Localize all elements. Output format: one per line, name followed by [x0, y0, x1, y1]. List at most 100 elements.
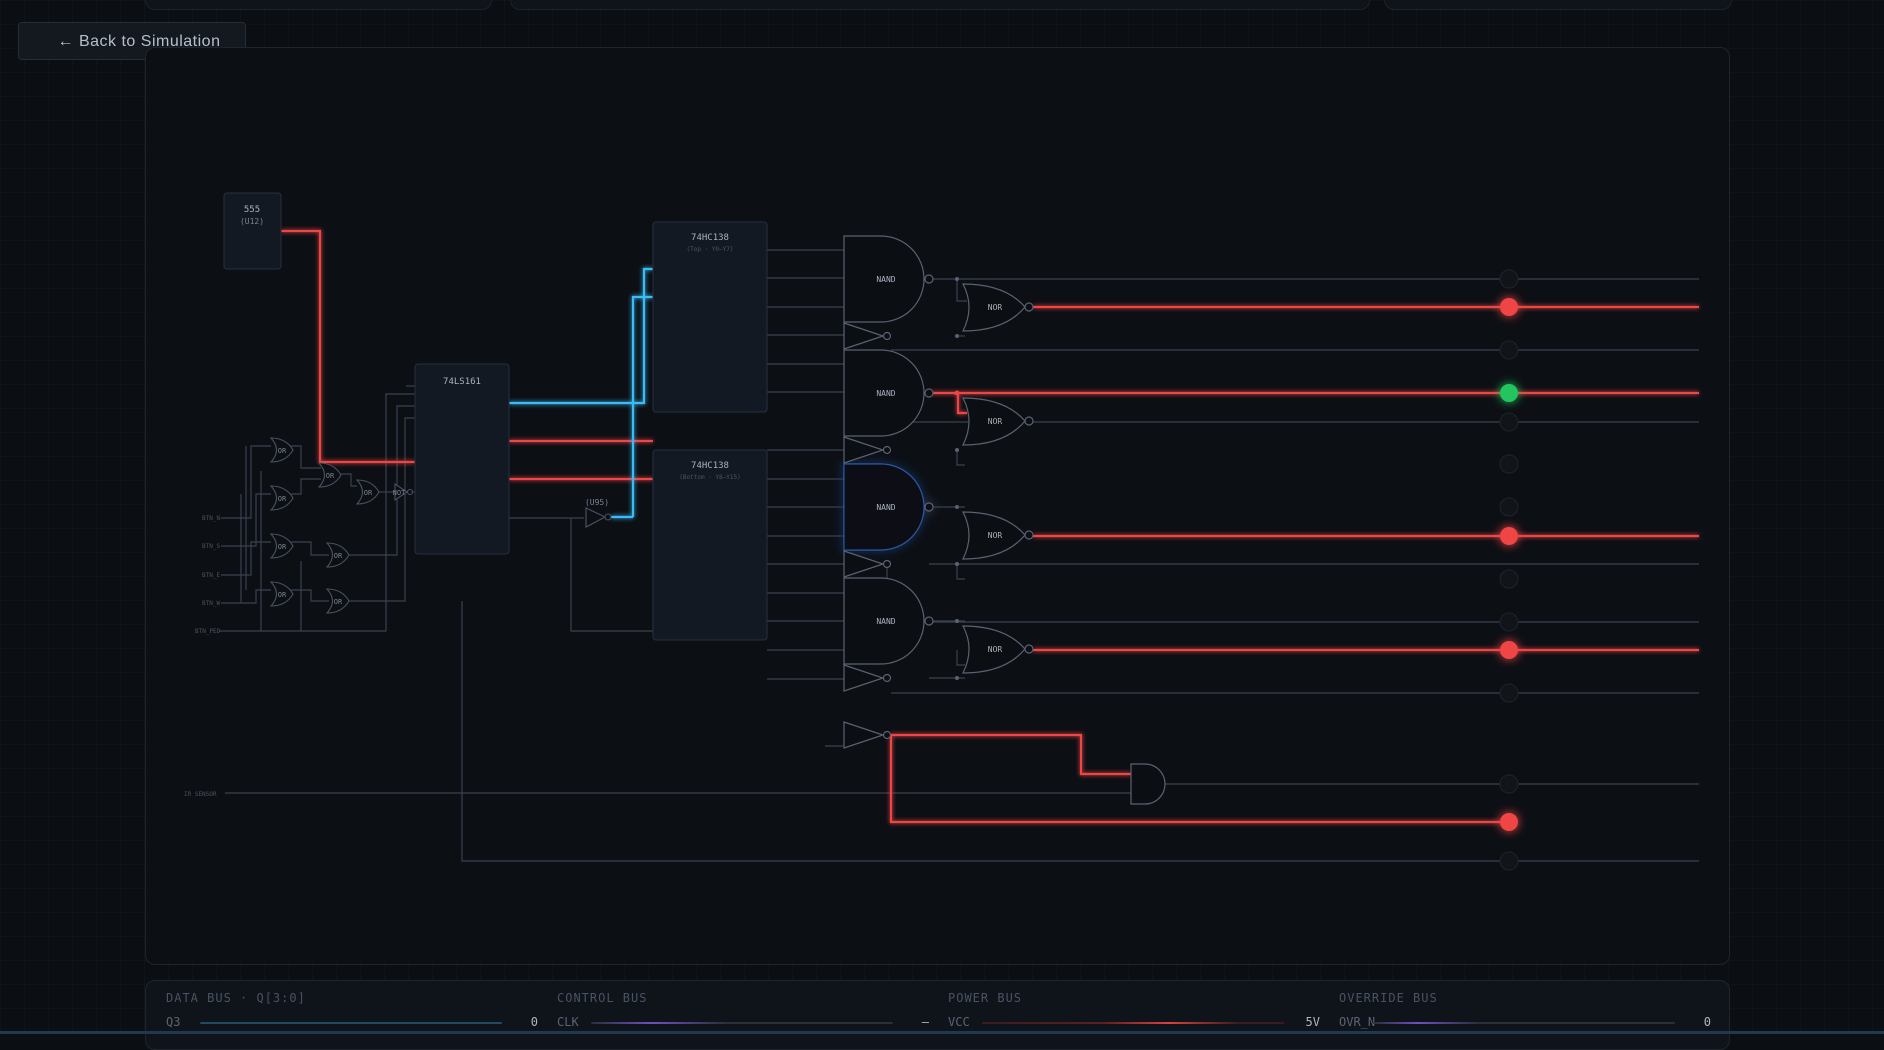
timer-chip-label: 555 [244, 205, 260, 215]
led-red-on [1500, 641, 1518, 659]
led-red-on [1500, 298, 1518, 316]
bus-panel: DATA BUS · Q[3:0] Q3 0 CONTROL BUS CLK —… [145, 980, 1730, 1050]
or-gate: OR [355, 479, 380, 505]
svg-text:OR: OR [278, 447, 287, 455]
nor-gate: NOR [962, 625, 1034, 674]
or-gate: OR [269, 581, 294, 607]
led-off [1499, 454, 1519, 474]
or-gate: OR [269, 437, 294, 463]
led-off [1499, 774, 1519, 794]
svg-text:NAND: NAND [876, 275, 895, 284]
nor-gate: NOR [962, 283, 1034, 332]
led-off [1499, 412, 1519, 432]
nand-gate: NAND [843, 349, 934, 437]
inverter [843, 550, 892, 578]
input-label-btn-e: BTN_E [202, 572, 220, 579]
svg-text:NOR: NOR [988, 645, 1003, 654]
control-bus-line [591, 1022, 893, 1024]
control-bus-value: — [921, 1015, 929, 1029]
power-bus-line [982, 1022, 1284, 1024]
svg-text:OR: OR [326, 472, 335, 480]
nor-gate: NOR [962, 397, 1034, 446]
or-gate: OR [325, 542, 350, 568]
override-bus-line [1373, 1022, 1675, 1024]
svg-text:OR: OR [278, 591, 287, 599]
and-gate [1130, 763, 1166, 805]
svg-text:NAND: NAND [876, 503, 895, 512]
not-gate: NOT [393, 482, 414, 502]
decoder-top-label: 74HC138 [691, 233, 729, 243]
power-bus: POWER BUS VCC 5V [948, 991, 1320, 1031]
inverter [843, 664, 892, 692]
timer-chip-ref: (U12) [240, 217, 264, 226]
nor-gates: NOR NOR NOR NOR [962, 283, 1034, 674]
input-label-btn-s: BTN_S [202, 543, 220, 550]
led-off [1499, 497, 1519, 517]
data-bus-signal: Q3 [166, 1015, 181, 1029]
inverter [843, 436, 892, 464]
override-bus: OVERRIDE BUS OVR_N 0 [1339, 991, 1711, 1031]
nand-gate-selected[interactable]: NAND [843, 463, 934, 551]
control-bus-signal: CLK [557, 1015, 579, 1029]
led-off [1499, 269, 1519, 289]
decoder-top-sub: (Top · Y0–Y7) [687, 246, 734, 253]
nor-gate: NOR [962, 511, 1034, 560]
svg-text:OR: OR [364, 489, 373, 497]
decoder-bottom-label: 74HC138 [691, 461, 729, 471]
schematic-panel: 555 (U12) 74LS161 74HC138 (Top · Y0–Y7) … [145, 47, 1730, 965]
input-label-btn-w: BTN_W [202, 600, 220, 607]
timer-chip: 555 (U12) [223, 192, 282, 270]
svg-text:NOR: NOR [988, 531, 1003, 540]
svg-text:OR: OR [278, 495, 287, 503]
data-bus-line [200, 1022, 502, 1024]
led-red-on [1500, 527, 1518, 545]
decoder-top-chip: 74HC138 (Top · Y0–Y7) [652, 221, 768, 413]
data-bus: DATA BUS · Q[3:0] Q3 0 [166, 991, 538, 1031]
power-bus-title: POWER BUS [948, 991, 1023, 1005]
input-labels: BTN_N BTN_S BTN_E BTN_W BTN_PED IR SENSO… [184, 515, 221, 798]
control-bus-title: CONTROL BUS [557, 991, 648, 1005]
nand-gates: NAND NAND NAND NAND [843, 235, 934, 749]
nand-gate: NAND [843, 577, 934, 665]
svg-text:NAND: NAND [876, 389, 895, 398]
led-off [1499, 683, 1519, 703]
sensor-label: IR SENSOR [184, 791, 217, 798]
input-label-btn-n: BTN_N [202, 515, 220, 522]
led-off [1499, 340, 1519, 360]
circuit-schematic: 555 (U12) 74LS161 74HC138 (Top · Y0–Y7) … [184, 192, 1699, 871]
override-bus-value: 0 [1703, 1015, 1711, 1029]
or-gate: OR [317, 462, 342, 488]
nand-gate: NAND [843, 235, 934, 323]
junction-dots [954, 277, 960, 680]
data-bus-value: 0 [530, 1015, 538, 1029]
inverter-u95: (U95) [585, 498, 612, 528]
led-red-on [1500, 813, 1518, 831]
svg-text:OR: OR [278, 543, 287, 551]
power-bus-signal: VCC [948, 1015, 970, 1029]
led-off [1499, 569, 1519, 589]
svg-text:NAND: NAND [876, 617, 895, 626]
traffic-lights [1499, 269, 1519, 871]
led-off [1499, 612, 1519, 632]
svg-text:OR: OR [334, 552, 343, 560]
svg-text:OR: OR [334, 598, 343, 606]
inverter-ref: (U95) [585, 498, 609, 507]
led-off [1499, 851, 1519, 871]
or-gate: OR [325, 588, 350, 614]
svg-text:NOR: NOR [988, 303, 1003, 312]
decoder-bottom-chip: 74HC138 (Bottom · Y8–Y15) [652, 449, 768, 641]
led-green-on [1500, 384, 1518, 402]
counter-chip: 74LS161 [414, 363, 510, 555]
svg-text:NOT: NOT [393, 489, 406, 497]
override-bus-signal: OVR_N [1339, 1015, 1376, 1029]
data-bus-title: DATA BUS · Q[3:0] [166, 991, 306, 1005]
or-gate: OR [269, 485, 294, 511]
power-bus-value: 5V [1305, 1015, 1320, 1029]
control-bus: CONTROL BUS CLK — [557, 991, 929, 1031]
input-label-btn-ped: BTN_PED [195, 628, 221, 635]
inverter [843, 322, 892, 350]
dim-wiring [219, 249, 1699, 862]
inverter [843, 721, 892, 749]
counter-chip-label: 74LS161 [443, 377, 481, 387]
svg-text:NOR: NOR [988, 417, 1003, 426]
